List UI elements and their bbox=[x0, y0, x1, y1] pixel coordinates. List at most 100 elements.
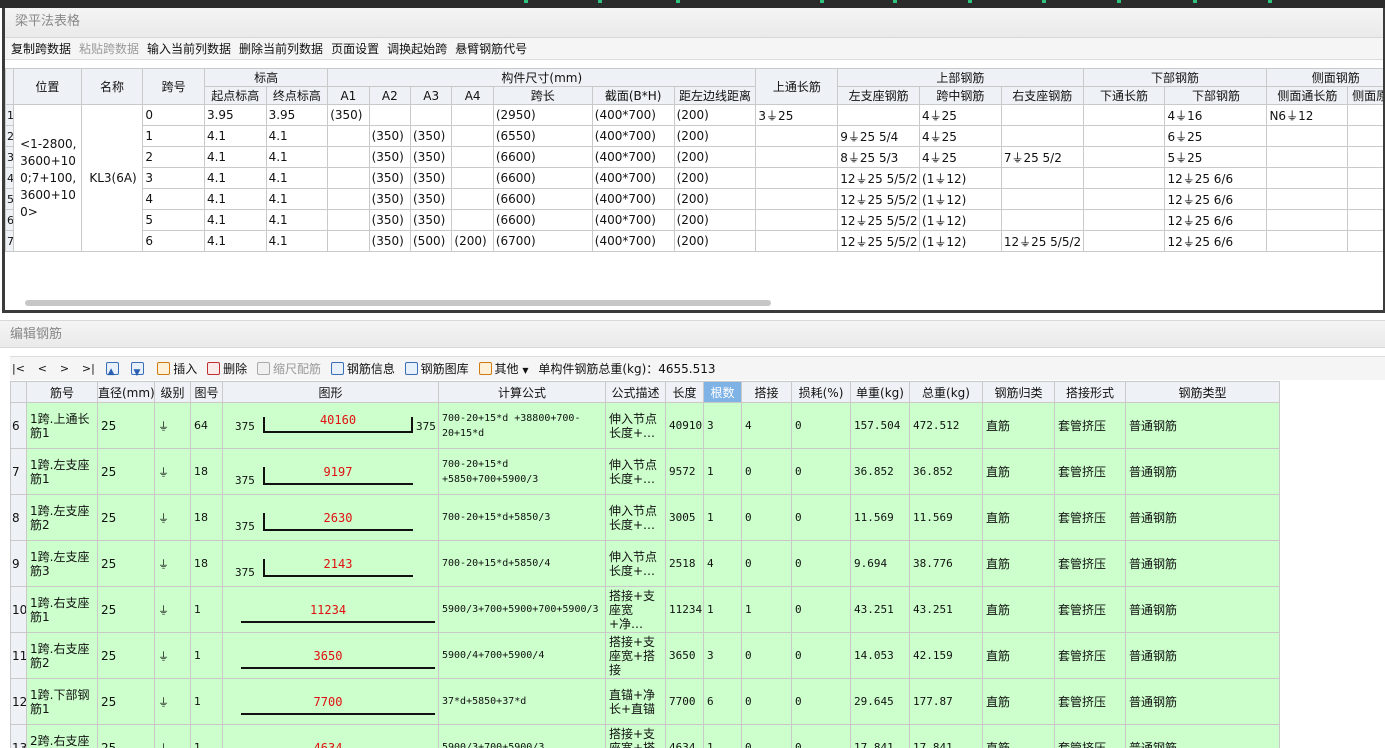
cell-cat[interactable]: 直筋 bbox=[982, 632, 1055, 679]
cell-topthru[interactable] bbox=[755, 125, 839, 147]
cell-a4[interactable]: (200) bbox=[451, 230, 494, 252]
rebar-name-cell[interactable]: 1跨.下部钢筋1 bbox=[26, 678, 98, 725]
cell-mid[interactable]: 4⏚25 bbox=[919, 125, 1002, 147]
cell-total[interactable]: 42.159 bbox=[909, 632, 983, 679]
toolbar-button-6[interactable]: 悬臂钢筋代号 bbox=[455, 42, 527, 56]
cell-a4[interactable] bbox=[451, 146, 494, 168]
rebar-col-header[interactable]: 钢筋类型 bbox=[1125, 381, 1280, 403]
formula-cell[interactable]: 5900/4+700+5900/4 bbox=[438, 632, 606, 679]
cell-len[interactable]: (6550) bbox=[492, 125, 593, 147]
diameter-cell[interactable]: 25 bbox=[97, 724, 155, 748]
cell-loss[interactable]: 0 bbox=[791, 494, 851, 541]
cell-len[interactable]: (6600) bbox=[492, 209, 593, 231]
cell-a2[interactable]: (350) bbox=[368, 188, 412, 210]
cell-dist[interactable]: (200) bbox=[673, 230, 757, 252]
cell-dist[interactable]: (200) bbox=[673, 125, 757, 147]
beam-name-cell[interactable]: KL3(6A) bbox=[80, 104, 144, 252]
cell-side[interactable] bbox=[1266, 125, 1349, 147]
formula-cell[interactable]: 5900/3+700+5900/3 bbox=[438, 724, 606, 748]
cell-dist[interactable]: (200) bbox=[673, 188, 757, 210]
cell-botthru[interactable] bbox=[1082, 104, 1166, 126]
cell-loss[interactable]: 0 bbox=[791, 632, 851, 679]
rebar-col-header[interactable]: 筋号 bbox=[26, 381, 98, 403]
cell-side[interactable] bbox=[1266, 167, 1349, 189]
cell-type[interactable]: 普通钢筋 bbox=[1125, 678, 1280, 725]
cell-type[interactable]: 普通钢筋 bbox=[1125, 494, 1280, 541]
cell-es[interactable]: 4.1 bbox=[203, 146, 267, 168]
cell-type[interactable]: 普通钢筋 bbox=[1125, 402, 1280, 449]
cell-sec[interactable]: (400*700) bbox=[591, 188, 675, 210]
cell-a1[interactable] bbox=[327, 230, 370, 252]
rebar-col-header[interactable]: 公式描述 bbox=[605, 381, 666, 403]
cell-ee[interactable]: 4.1 bbox=[265, 209, 329, 231]
shape-cell[interactable]: 7700 bbox=[222, 678, 439, 725]
cell-mid[interactable]: (1⏚12) bbox=[919, 209, 1002, 231]
diameter-cell[interactable]: 25 bbox=[97, 402, 155, 449]
cell-unit[interactable]: 14.053 bbox=[850, 632, 910, 679]
shape-cell[interactable]: 11234 bbox=[222, 586, 439, 633]
cell-total[interactable]: 17.841 bbox=[909, 724, 983, 748]
cell-lap[interactable]: 0 bbox=[741, 540, 792, 587]
cell-botthru[interactable] bbox=[1082, 188, 1166, 210]
cell-total[interactable]: 177.87 bbox=[909, 678, 983, 725]
rebar-col-header[interactable]: 图形 bbox=[222, 381, 439, 403]
shape-cell[interactable]: 375 2143 bbox=[222, 540, 439, 587]
formula-cell[interactable]: 700-20+15*d +5850+700+5900/3 bbox=[438, 448, 606, 495]
cell-count[interactable]: 1 bbox=[703, 448, 742, 495]
formula-desc-cell[interactable]: 伸入节点长度+… bbox=[605, 540, 666, 587]
cell-len[interactable]: 4634 bbox=[665, 724, 704, 748]
cell-side-orig[interactable] bbox=[1347, 209, 1383, 231]
cell-es[interactable]: 4.1 bbox=[203, 167, 267, 189]
cell-side[interactable] bbox=[1266, 230, 1349, 252]
cell-len[interactable]: 3650 bbox=[665, 632, 704, 679]
figure-no-cell[interactable]: 1 bbox=[190, 586, 223, 633]
cell-loss[interactable]: 0 bbox=[791, 540, 851, 587]
formula-desc-cell[interactable]: 搭接+支座宽+搭接 bbox=[605, 632, 666, 679]
cell-right[interactable]: 7⏚25 5/2 bbox=[1000, 146, 1084, 168]
beam-row[interactable]: 2 1 4.1 4.1 (350) (350) (6550) (400*700) (200) 9⏚… bbox=[5, 125, 1383, 147]
grade-cell[interactable]: ⏚ bbox=[154, 586, 191, 633]
cell-right[interactable] bbox=[1000, 104, 1084, 126]
rebar-name-cell[interactable]: 1跨.上通长筋1 bbox=[26, 402, 98, 449]
cell-mid[interactable]: (1⏚12) bbox=[919, 188, 1002, 210]
cell-cat[interactable]: 直筋 bbox=[982, 586, 1055, 633]
cell-type[interactable]: 普通钢筋 bbox=[1125, 540, 1280, 587]
toolbar-button-4[interactable]: 页面设置 bbox=[331, 42, 379, 56]
cell-side[interactable]: N6⏚12 bbox=[1266, 104, 1349, 126]
rebar-info-button[interactable]: 钢筋信息 bbox=[330, 357, 395, 381]
figure-no-cell[interactable]: 1 bbox=[190, 632, 223, 679]
rebar-name-cell[interactable]: 2跨.右支座筋1 bbox=[26, 724, 98, 748]
cell-left[interactable]: 12⏚25 5/5/2 bbox=[837, 209, 921, 231]
cell-lap[interactable]: 0 bbox=[741, 724, 792, 748]
cell-lap[interactable]: 0 bbox=[741, 632, 792, 679]
cell-total[interactable]: 11.569 bbox=[909, 494, 983, 541]
cell-botthru[interactable] bbox=[1082, 209, 1166, 231]
cell-botthru[interactable] bbox=[1082, 125, 1166, 147]
rebar-col-header[interactable]: 图号 bbox=[190, 381, 223, 403]
cell-right[interactable] bbox=[1000, 188, 1084, 210]
cell-type[interactable]: 普通钢筋 bbox=[1125, 448, 1280, 495]
cell-side-orig[interactable] bbox=[1347, 104, 1383, 126]
rebar-row[interactable]: 9 1跨.左支座筋3 25 ⏚ 18 375 2143 700-20+15*d+5850/4 伸… bbox=[10, 540, 1286, 587]
cell-ee[interactable]: 4.1 bbox=[265, 188, 329, 210]
cell-a1[interactable] bbox=[327, 125, 370, 147]
formula-desc-cell[interactable]: 直锚+净长+直锚 bbox=[605, 678, 666, 725]
diameter-cell[interactable]: 25 bbox=[97, 632, 155, 679]
cell-lapform[interactable]: 套管挤压 bbox=[1054, 494, 1126, 541]
cell-loss[interactable]: 0 bbox=[791, 586, 851, 633]
cell-len[interactable]: 7700 bbox=[665, 678, 704, 725]
cell-cat[interactable]: 直筋 bbox=[982, 494, 1055, 541]
cell-a1[interactable] bbox=[327, 167, 370, 189]
cell-loss[interactable]: 0 bbox=[791, 724, 851, 748]
cell-len[interactable]: (6600) bbox=[492, 188, 593, 210]
cell-bot[interactable]: 12⏚25 6/6 bbox=[1164, 167, 1268, 189]
cell-lap[interactable]: 1 bbox=[741, 586, 792, 633]
formula-desc-cell[interactable]: 伸入节点长度+… bbox=[605, 494, 666, 541]
cell-cat[interactable]: 直筋 bbox=[982, 540, 1055, 587]
cell-left[interactable]: 8⏚25 5/3 bbox=[837, 146, 921, 168]
diameter-cell[interactable]: 25 bbox=[97, 540, 155, 587]
diameter-cell[interactable]: 25 bbox=[97, 678, 155, 725]
cell-bot[interactable]: 5⏚25 bbox=[1164, 146, 1268, 168]
cell-topthru[interactable] bbox=[755, 167, 839, 189]
rebar-name-cell[interactable]: 1跨.右支座筋1 bbox=[26, 586, 98, 633]
